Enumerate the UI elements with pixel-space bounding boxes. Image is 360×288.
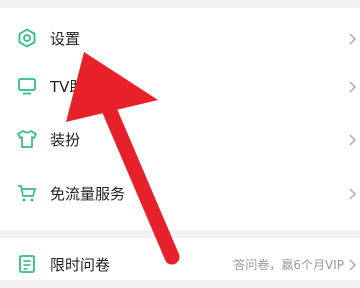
chevron-right-icon (348, 79, 358, 93)
chevron-right-icon (348, 132, 358, 146)
tv-icon (16, 75, 38, 97)
menu-item-label: 限时问卷 (50, 255, 111, 274)
menu-card-secondary: 限时问卷 答问卷，赢6个月VIP (0, 238, 360, 280)
chevron-right-icon (348, 31, 358, 45)
menu-item-settings[interactable]: 设置 (0, 14, 360, 62)
survey-icon (16, 253, 38, 275)
shirt-icon (16, 128, 38, 150)
cart-icon (16, 182, 38, 204)
menu-item-label: 设置 (50, 29, 81, 48)
menu-item-free-data[interactable]: 免流量服务 (0, 169, 360, 217)
menu-item-label: 免流量服务 (50, 184, 126, 203)
menu-item-tv[interactable]: TV助 (0, 62, 360, 110)
chevron-right-icon (348, 186, 358, 200)
menu-item-survey[interactable]: 限时问卷 答问卷，赢6个月VIP (0, 240, 360, 288)
menu-item-outfit[interactable]: 装扮 (0, 115, 360, 163)
hexagon-settings-icon (16, 27, 38, 49)
menu-card: 设置 TV助 装扮 免流量服务 (0, 8, 360, 230)
menu-item-label: 装扮 (50, 130, 81, 149)
menu-item-label: TV助 (50, 77, 85, 96)
survey-reward-text: 答问卷，赢6个月VIP (233, 257, 344, 272)
chevron-right-icon (348, 257, 358, 271)
